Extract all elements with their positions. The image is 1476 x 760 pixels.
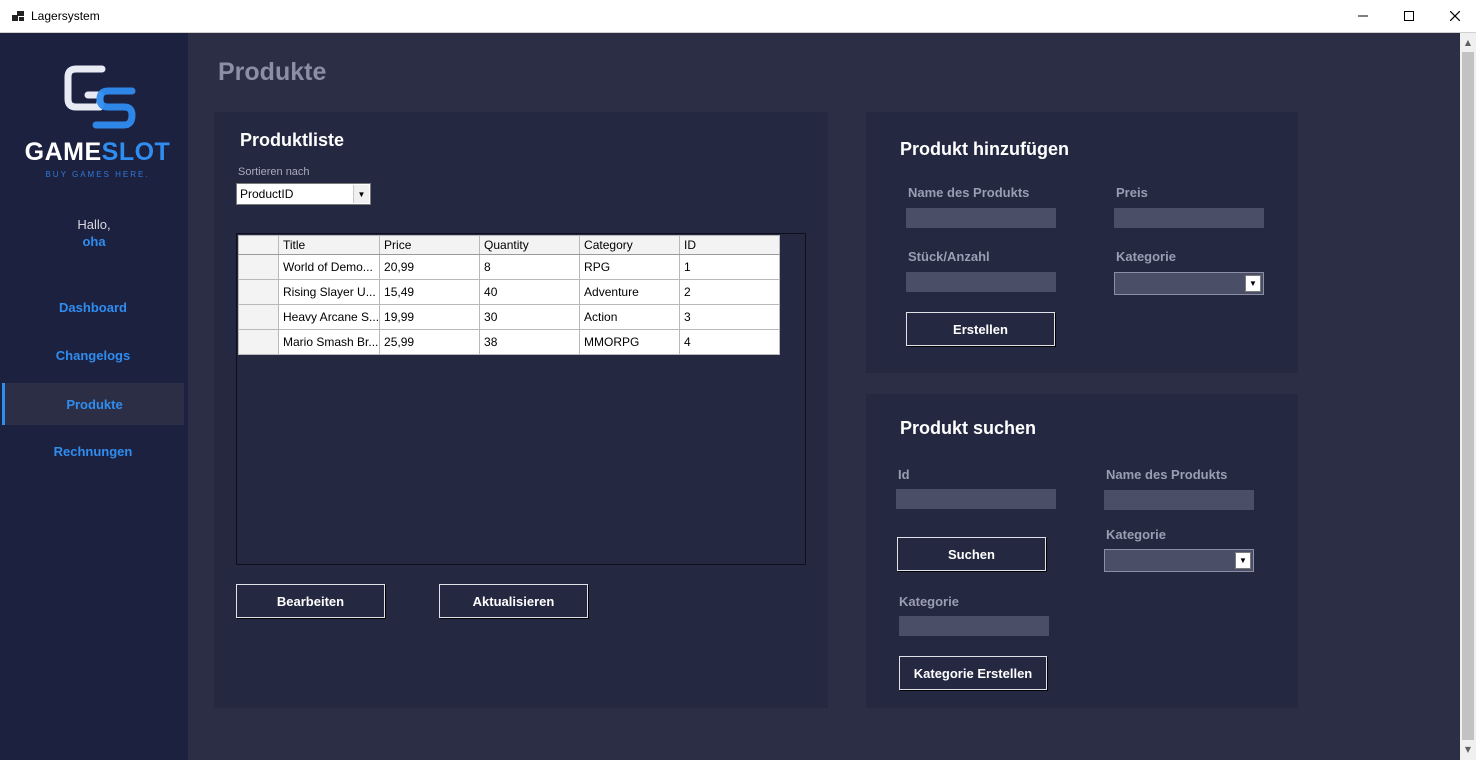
gameslot-logo: GAMESLOT BUY GAMES HERE. bbox=[20, 63, 175, 213]
search-name-field[interactable] bbox=[1104, 490, 1254, 510]
scroll-down-icon[interactable]: ▼ bbox=[1460, 741, 1476, 758]
add-price-field[interactable] bbox=[1114, 208, 1264, 228]
table-header-row: Title Price Quantity Category ID bbox=[238, 235, 781, 255]
maximize-button[interactable] bbox=[1386, 0, 1432, 32]
chevron-down-icon: ▼ bbox=[1235, 552, 1251, 569]
edit-button[interactable]: Bearbeiten bbox=[236, 584, 385, 618]
search-category-select[interactable]: ▼ bbox=[1104, 549, 1254, 572]
add-quantity-label: Stück/Anzahl bbox=[908, 249, 990, 264]
cell-title[interactable]: Mario Smash Br... bbox=[277, 329, 381, 355]
cell-category[interactable]: Adventure bbox=[579, 279, 681, 305]
row-header[interactable] bbox=[238, 304, 279, 330]
minimize-icon bbox=[1358, 15, 1368, 17]
table-row[interactable]: World of Demo... 20,99 8 RPG 1 bbox=[238, 254, 781, 280]
search-product-title: Produkt suchen bbox=[900, 418, 1037, 438]
cell-quantity[interactable]: 40 bbox=[479, 279, 581, 305]
product-list-title: Produktliste bbox=[240, 130, 345, 150]
logo-tagline: BUY GAMES HERE. bbox=[45, 170, 150, 179]
cell-id[interactable]: 2 bbox=[679, 279, 781, 305]
search-id-field[interactable] bbox=[896, 489, 1056, 509]
nav-item-produkte[interactable]: Produkte bbox=[2, 383, 184, 425]
cell-quantity[interactable]: 8 bbox=[479, 254, 581, 280]
window-titlebar: Lagersystem bbox=[0, 0, 1476, 33]
cell-id[interactable]: 1 bbox=[679, 254, 781, 280]
row-header[interactable] bbox=[238, 329, 279, 355]
cell-price[interactable]: 19,99 bbox=[379, 304, 481, 330]
create-product-button[interactable]: Erstellen bbox=[906, 312, 1055, 346]
cell-category[interactable]: RPG bbox=[579, 254, 681, 280]
username-label: oha bbox=[82, 234, 106, 249]
nav-item-rechnungen[interactable]: Rechnungen bbox=[2, 430, 184, 472]
vertical-scrollbar[interactable]: ▲ ▼ bbox=[1460, 33, 1476, 760]
row-header-corner bbox=[238, 235, 279, 255]
add-product-title: Produkt hinzufügen bbox=[900, 139, 1069, 159]
scroll-thumb[interactable] bbox=[1462, 52, 1474, 740]
sort-label: Sortieren nach bbox=[238, 166, 310, 178]
column-header-quantity[interactable]: Quantity bbox=[479, 235, 581, 255]
chevron-down-icon: ▼ bbox=[1245, 275, 1261, 292]
create-category-button[interactable]: Kategorie Erstellen bbox=[899, 656, 1047, 690]
cell-quantity[interactable]: 38 bbox=[479, 329, 581, 355]
logo-wordmark: GAMESLOT bbox=[24, 138, 171, 166]
scroll-up-icon[interactable]: ▲ bbox=[1460, 34, 1476, 51]
add-name-label: Name des Produkts bbox=[908, 185, 1030, 200]
search-category-label: Kategorie bbox=[1106, 527, 1166, 542]
close-icon bbox=[1450, 11, 1460, 21]
search-button[interactable]: Suchen bbox=[897, 537, 1046, 571]
cell-id[interactable]: 4 bbox=[679, 329, 781, 355]
add-category-label: Kategorie bbox=[1116, 249, 1176, 264]
greeting-label: Hallo, bbox=[77, 217, 111, 232]
add-quantity-field[interactable] bbox=[906, 272, 1056, 292]
search-name-label: Name des Produkts bbox=[1106, 467, 1228, 482]
column-header-category[interactable]: Category bbox=[579, 235, 681, 255]
add-price-label: Preis bbox=[1116, 185, 1148, 200]
column-header-title[interactable]: Title bbox=[277, 235, 381, 255]
cell-category[interactable]: MMORPG bbox=[579, 329, 681, 355]
cell-category[interactable]: Action bbox=[579, 304, 681, 330]
chevron-down-icon: ▼ bbox=[353, 185, 369, 203]
new-category-field[interactable] bbox=[899, 616, 1049, 636]
search-id-label: Id bbox=[898, 467, 910, 482]
new-category-label: Kategorie bbox=[899, 594, 959, 609]
window-title: Lagersystem bbox=[31, 9, 100, 23]
cell-price[interactable]: 15,49 bbox=[379, 279, 481, 305]
nav-item-changelogs[interactable]: Changelogs bbox=[2, 334, 184, 376]
add-name-field[interactable] bbox=[906, 208, 1056, 228]
cell-title[interactable]: World of Demo... bbox=[277, 254, 381, 280]
table-row[interactable]: Mario Smash Br... 25,99 38 MMORPG 4 bbox=[238, 329, 781, 355]
table-row[interactable]: Rising Slayer U... 15,49 40 Adventure 2 bbox=[238, 279, 781, 305]
nav-item-dashboard[interactable]: Dashboard bbox=[2, 286, 184, 328]
table-row[interactable]: Heavy Arcane S... 19,99 30 Action 3 bbox=[238, 304, 781, 330]
column-header-price[interactable]: Price bbox=[379, 235, 481, 255]
cell-price[interactable]: 25,99 bbox=[379, 329, 481, 355]
sidebar: GAMESLOT BUY GAMES HERE. Hallo, oha Dash… bbox=[0, 33, 188, 760]
add-category-select[interactable]: ▼ bbox=[1114, 272, 1264, 295]
row-header[interactable] bbox=[238, 254, 279, 280]
cell-price[interactable]: 20,99 bbox=[379, 254, 481, 280]
maximize-icon bbox=[1404, 11, 1414, 21]
product-table: Title Price Quantity Category ID World o… bbox=[238, 235, 781, 355]
sort-select[interactable]: ProductID ▼ bbox=[236, 183, 371, 205]
cell-title[interactable]: Rising Slayer U... bbox=[277, 279, 381, 305]
cell-title[interactable]: Heavy Arcane S... bbox=[277, 304, 381, 330]
cell-id[interactable]: 3 bbox=[679, 304, 781, 330]
gameslot-logo-icon bbox=[64, 65, 136, 129]
app-icon bbox=[12, 11, 24, 22]
row-header[interactable] bbox=[238, 279, 279, 305]
minimize-button[interactable] bbox=[1340, 0, 1386, 32]
close-button[interactable] bbox=[1432, 0, 1476, 32]
cell-quantity[interactable]: 30 bbox=[479, 304, 581, 330]
refresh-button[interactable]: Aktualisieren bbox=[439, 584, 588, 618]
page-title: Produkte bbox=[218, 58, 327, 86]
product-grid[interactable]: Title Price Quantity Category ID World o… bbox=[236, 233, 806, 565]
sort-select-value: ProductID bbox=[240, 187, 294, 201]
column-header-id[interactable]: ID bbox=[679, 235, 781, 255]
